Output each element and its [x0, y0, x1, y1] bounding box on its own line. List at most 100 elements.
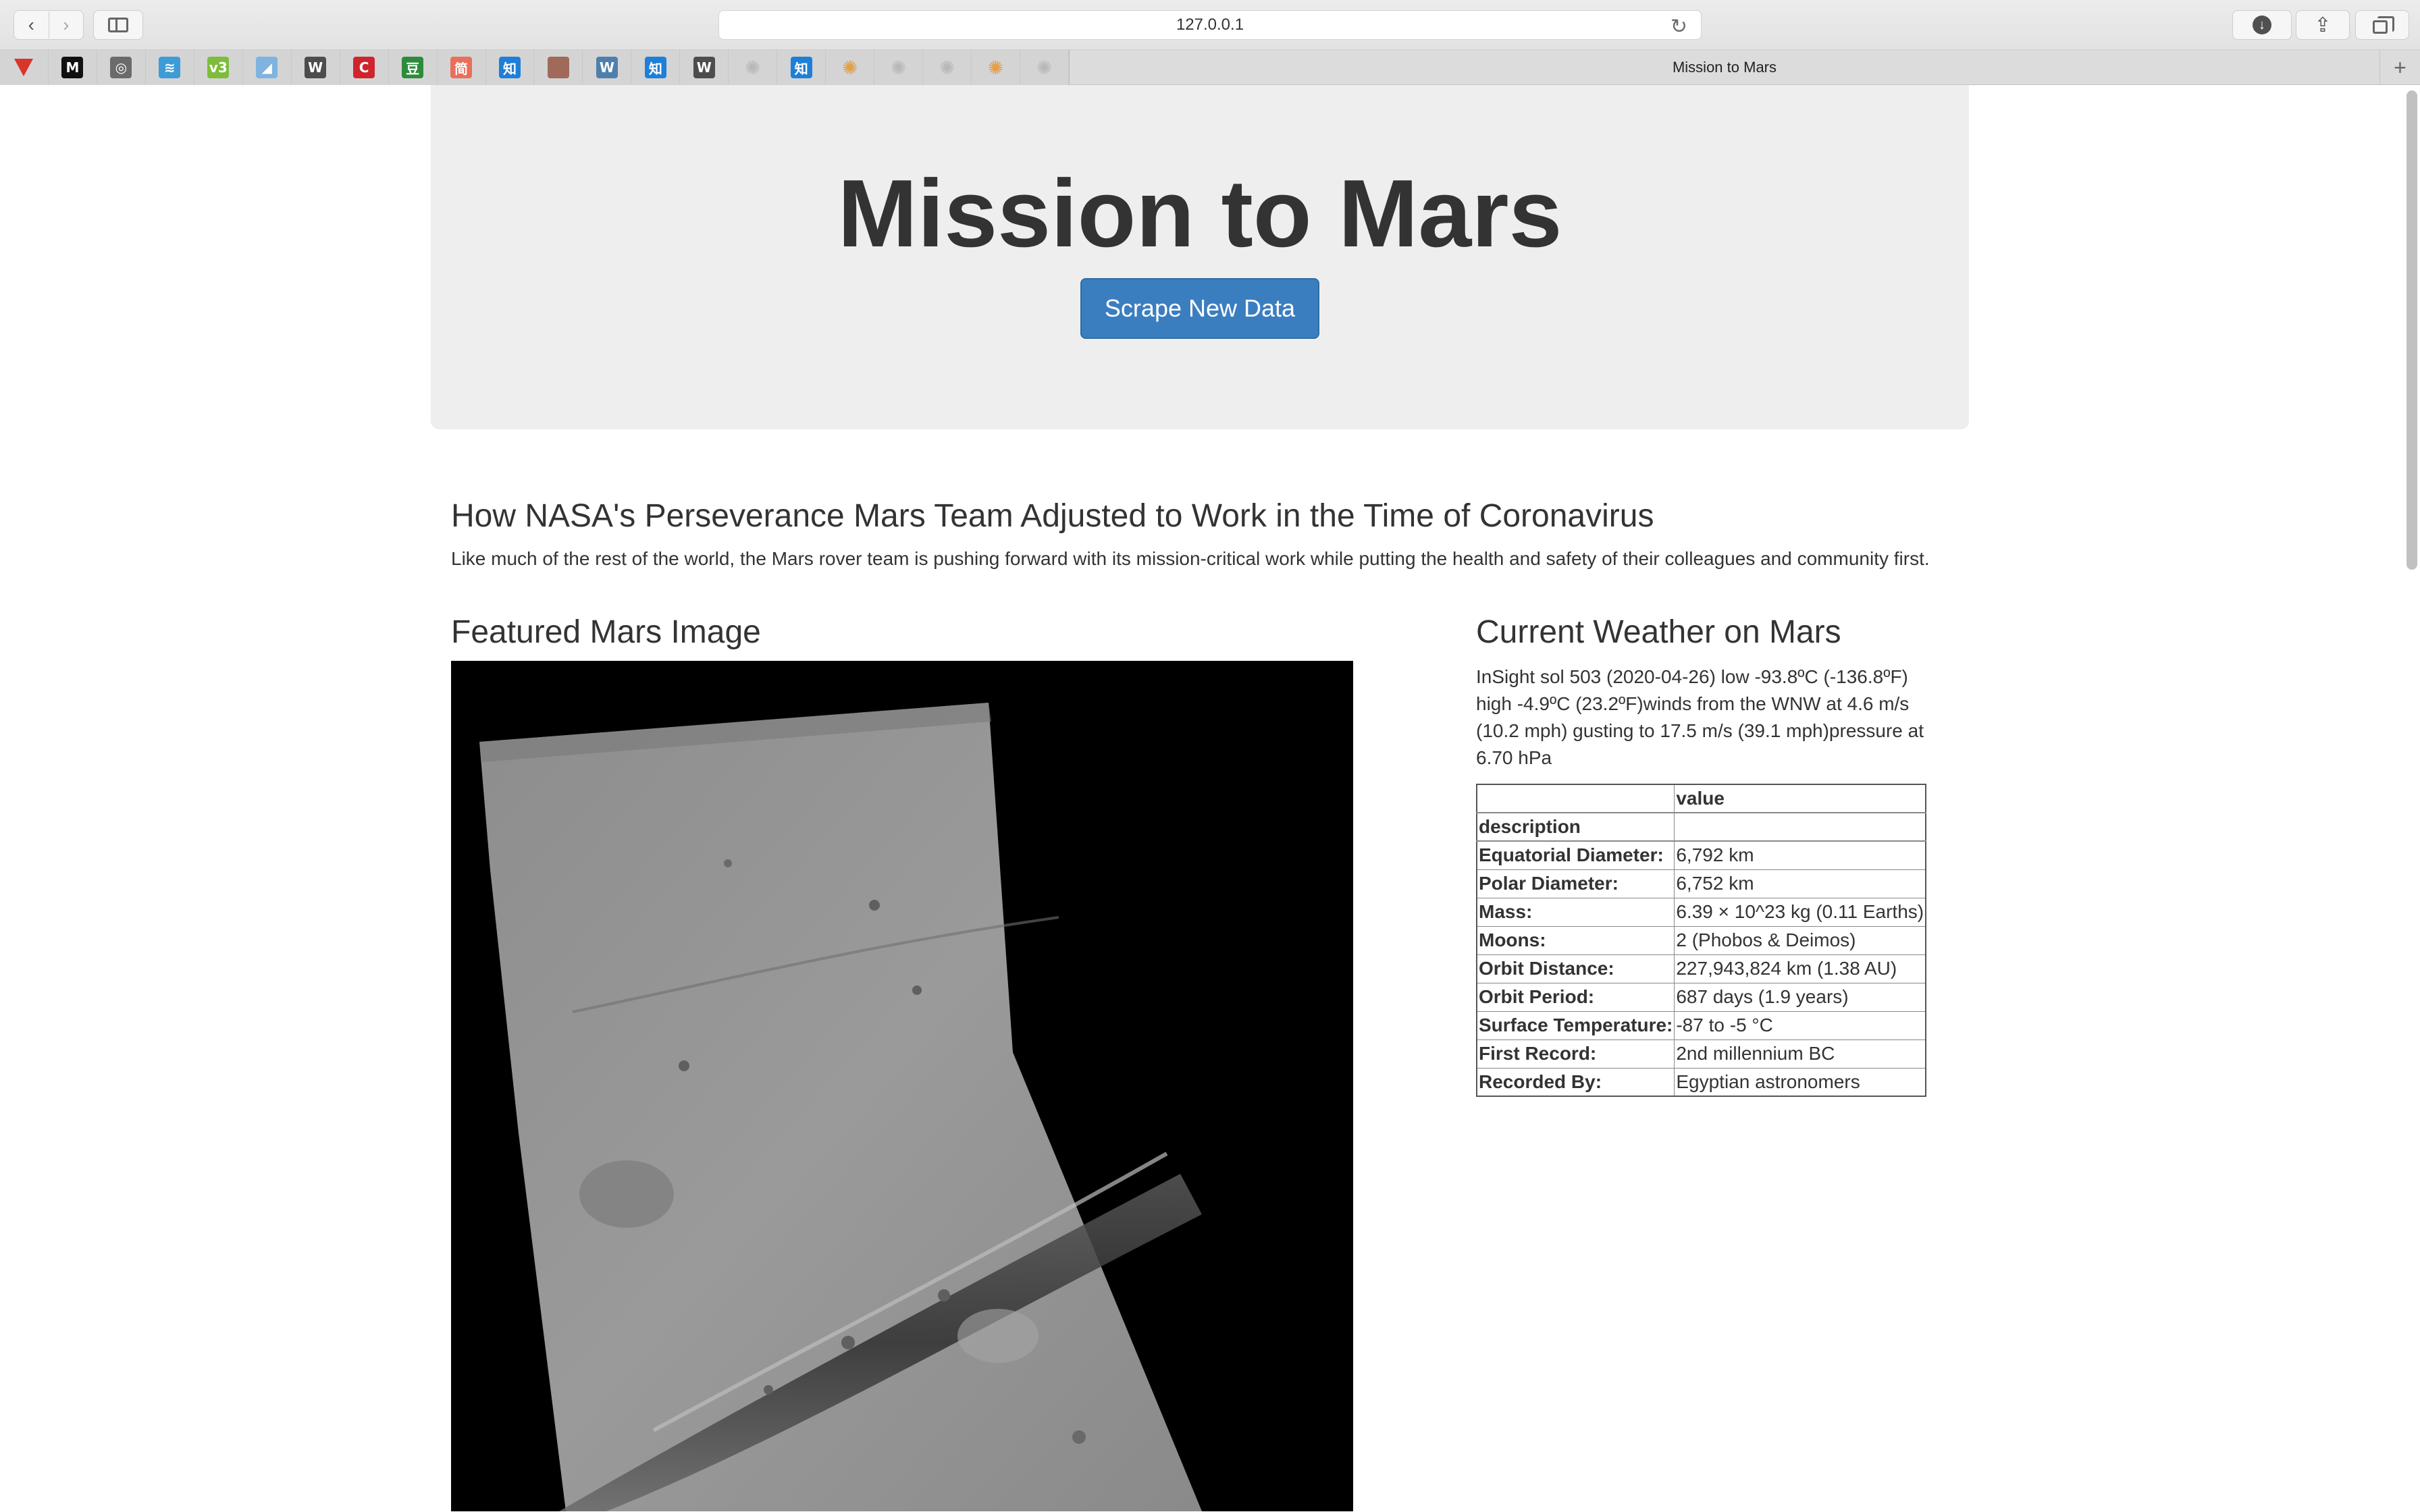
- medium-icon: M: [61, 57, 84, 78]
- favorite-item[interactable]: 知: [631, 50, 681, 85]
- content-row: Featured Mars Image Current Weather on M…: [431, 613, 1969, 1512]
- featured-image-heading: Featured Mars Image: [451, 614, 761, 650]
- colorful-dots-icon: ✺: [841, 56, 858, 79]
- facts-header-blank: [1476, 784, 1675, 814]
- zhihu-icon: 知: [499, 57, 521, 78]
- facts-index-row: description: [1476, 812, 1926, 842]
- wordpress-icon: W: [596, 57, 618, 78]
- favorite-item[interactable]: ◎: [97, 50, 146, 85]
- favorite-item[interactable]: v3: [194, 50, 243, 85]
- favorite-item[interactable]: ✺: [1020, 50, 1069, 85]
- facts-index-blank: [1674, 812, 1926, 842]
- favorite-item[interactable]: ≋: [146, 50, 194, 85]
- tab-title: Mission to Mars: [1672, 59, 1777, 76]
- facts-row: Orbit Period: 687 days (1.9 years): [1476, 982, 1926, 1012]
- facts-row: First Record: 2nd millennium BC: [1476, 1039, 1926, 1069]
- page-title: Mission to Mars: [837, 160, 1562, 267]
- dots-wheel-icon: ✺: [1036, 56, 1053, 79]
- target-circle-icon: ◎: [110, 57, 132, 78]
- favorite-item[interactable]: 简: [438, 50, 486, 85]
- fact-value: -87 to -5 °C: [1674, 1010, 1926, 1040]
- fact-value: 6,792 km: [1674, 840, 1926, 870]
- favorite-item[interactable]: W: [680, 50, 729, 85]
- fact-value: 2 (Phobos & Deimos): [1674, 925, 1926, 955]
- download-icon: ↓: [2253, 16, 2271, 34]
- favorite-item[interactable]: C: [340, 50, 389, 85]
- douban-icon: 豆: [402, 57, 424, 78]
- facts-row: Polar Diameter: 6,752 km: [1476, 869, 1926, 898]
- page-viewport[interactable]: Mission to Mars Scrape New Data How NASA…: [0, 85, 2420, 1512]
- dots-wheel-icon: ✺: [745, 56, 761, 79]
- facts-row: Mass: 6.39 × 10^23 kg (0.11 Earths): [1476, 897, 1926, 927]
- facts-body: Equatorial Diameter: 6,792 km Polar Diamet…: [1476, 840, 1926, 1097]
- facts-row: Surface Temperature: -87 to -5 °C: [1476, 1010, 1926, 1040]
- facts-index-name: description: [1476, 812, 1675, 842]
- dots-wheel-icon: ✺: [939, 56, 955, 79]
- address-text: 127.0.0.1: [1176, 16, 1244, 34]
- facts-row: Equatorial Diameter: 6,792 km: [1476, 840, 1926, 870]
- favorite-item[interactable]: W: [292, 50, 340, 85]
- fact-value: 6,752 km: [1674, 869, 1926, 898]
- colorful-dots-icon: ✺: [987, 56, 1004, 79]
- fact-value: 227,943,824 km (1.38 AU): [1674, 954, 1926, 983]
- fact-label: Equatorial Diameter:: [1476, 840, 1675, 870]
- favorite-item[interactable]: ✺: [972, 50, 1021, 85]
- mars-terrain-image: [479, 703, 1202, 1512]
- favorite-item[interactable]: ✺: [729, 50, 778, 85]
- dots-wheel-icon: ✺: [890, 56, 907, 79]
- reload-icon[interactable]: ↻: [1671, 15, 1687, 38]
- favorite-item[interactable]: ◢: [243, 50, 292, 85]
- weather-heading: Current Weather on Mars: [1476, 614, 1841, 650]
- layers-icon: ≋: [159, 57, 181, 78]
- favorites-bar: M ◎ ≋ v3 ◢ W C 豆 简 知 W 知 W ✺ 知 ✺ ✺ ✺ ✺ ✺ Mission to Mars +: [0, 50, 2420, 85]
- fact-label: Surface Temperature:: [1476, 1010, 1675, 1040]
- page-container: Mission to Mars Scrape New Data How NASA…: [431, 85, 1969, 1512]
- featured-mars-image[interactable]: [451, 661, 1353, 1512]
- forward-icon[interactable]: ›: [48, 11, 84, 38]
- fact-label: Polar Diameter:: [1476, 869, 1675, 898]
- weather-tweet: InSight sol 503 (2020-04-26) low -93.8ºC…: [1476, 666, 1924, 769]
- mars-facts-table: value description Equatorial Diameter: 6,…: [1476, 784, 1927, 1098]
- favorite-item[interactable]: [0, 50, 49, 85]
- fact-label: Moons:: [1476, 925, 1675, 955]
- facts-header-row: value: [1476, 784, 1926, 814]
- address-bar[interactable]: 127.0.0.1 ↻: [718, 10, 1702, 40]
- scrape-new-data-button[interactable]: Scrape New Data: [1080, 278, 1320, 339]
- favorite-item[interactable]: ✺: [923, 50, 972, 85]
- fact-value: 6.39 × 10^23 kg (0.11 Earths): [1674, 897, 1926, 927]
- fact-label: Recorded By:: [1476, 1067, 1675, 1097]
- weather-section: Current Weather on Mars InSight sol 503 …: [1476, 613, 1935, 1098]
- facts-row: Orbit Distance: 227,943,824 km (1.38 AU): [1476, 954, 1926, 983]
- tab-active[interactable]: Mission to Mars: [1070, 50, 2379, 85]
- sidebar-toggle-button[interactable]: [93, 10, 143, 40]
- fact-value: Egyptian astronomers: [1674, 1067, 1926, 1097]
- news-title: How NASA's Perseverance Mars Team Adjust…: [451, 498, 1654, 534]
- favorite-item[interactable]: [534, 50, 583, 85]
- favorite-item[interactable]: 知: [486, 50, 535, 85]
- favorites-list: M ◎ ≋ v3 ◢ W C 豆 简 知 W 知 W ✺ 知 ✺ ✺ ✺ ✺ ✺: [0, 50, 1070, 85]
- show-tabs-button[interactable]: [2355, 10, 2409, 40]
- favorite-item[interactable]: ✺: [874, 50, 924, 85]
- favorite-item[interactable]: 知: [777, 50, 826, 85]
- wikipedia-icon: W: [693, 57, 715, 78]
- zhihu-icon: 知: [790, 57, 812, 78]
- fact-label: First Record:: [1476, 1039, 1675, 1069]
- share-icon: ⇪: [2314, 14, 2332, 36]
- news-paragraph: Like much of the rest of the world, the …: [451, 547, 1930, 569]
- vivaldi-red-icon: [14, 59, 34, 76]
- wikipedia-icon: W: [305, 57, 327, 78]
- downloads-button[interactable]: ↓: [2232, 10, 2292, 40]
- favorite-item[interactable]: W: [583, 50, 632, 85]
- facts-row: Recorded By: Egyptian astronomers: [1476, 1067, 1926, 1097]
- favorite-item[interactable]: 豆: [389, 50, 438, 85]
- favorite-item[interactable]: ✺: [826, 50, 875, 85]
- share-button[interactable]: ⇪: [2296, 10, 2350, 40]
- favorite-item[interactable]: M: [49, 50, 97, 85]
- v3-green-icon: v3: [207, 57, 230, 78]
- zhihu-icon: 知: [644, 57, 666, 78]
- back-icon[interactable]: ‹: [14, 11, 49, 38]
- red-c-icon: C: [353, 57, 375, 78]
- page-scrollbar[interactable]: [2406, 90, 2417, 570]
- latest-news: How NASA's Perseverance Mars Team Adjust…: [431, 497, 1969, 572]
- new-tab-button[interactable]: +: [2379, 50, 2420, 85]
